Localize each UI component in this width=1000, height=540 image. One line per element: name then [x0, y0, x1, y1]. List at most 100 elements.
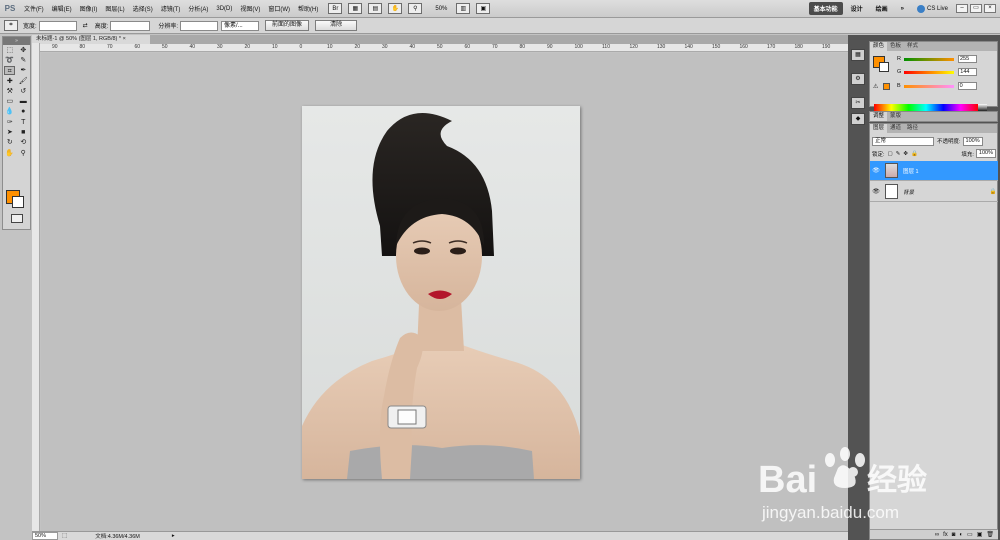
tab-layers[interactable]: 图层: [870, 124, 888, 133]
r-value-field[interactable]: 255: [957, 55, 977, 63]
healing-brush-icon[interactable]: ✚: [4, 77, 15, 86]
3d-orbit-icon[interactable]: ⟲: [18, 138, 29, 147]
menu-filter[interactable]: 滤镜(T): [157, 4, 185, 13]
close-tab-icon[interactable]: ×: [123, 36, 126, 42]
pen-tool-icon[interactable]: ✑: [4, 118, 15, 127]
gamut-swatch[interactable]: [883, 83, 890, 90]
marquee-tool-icon[interactable]: ⬚: [4, 46, 15, 55]
gradient-tool-icon[interactable]: ▬: [18, 97, 29, 106]
3d-rotate-icon[interactable]: ↻: [4, 138, 15, 147]
menu-file[interactable]: 文件(F): [20, 4, 48, 13]
clear-button[interactable]: 清除: [315, 20, 358, 31]
tab-color[interactable]: 颜色: [870, 42, 888, 51]
move-tool-icon[interactable]: ✥: [18, 46, 29, 55]
minimize-button[interactable]: –: [956, 4, 968, 13]
g-slider[interactable]: [904, 70, 955, 74]
layer-row[interactable]: 👁 背景 🔒: [870, 182, 998, 202]
lock-transparent-icon[interactable]: ▢: [888, 151, 893, 157]
minibridge-icon[interactable]: ▦: [348, 3, 363, 14]
eraser-tool-icon[interactable]: ▭: [4, 97, 15, 106]
eyedropper-tool-icon[interactable]: ✒: [18, 66, 29, 75]
add-mask-icon[interactable]: ◙: [952, 532, 956, 538]
link-layers-icon[interactable]: ∞: [935, 532, 939, 538]
g-value-field[interactable]: 144: [958, 68, 978, 76]
path-select-icon[interactable]: ➤: [4, 128, 15, 137]
menu-view[interactable]: 视图(V): [236, 4, 264, 13]
clone-stamp-icon[interactable]: ⚒: [4, 87, 15, 96]
toolbox-grip[interactable]: »: [15, 38, 18, 44]
tool-presets-icon[interactable]: ✂: [851, 97, 865, 109]
close-button[interactable]: ×: [984, 4, 996, 13]
menu-window[interactable]: 窗口(W): [264, 4, 294, 13]
r-slider[interactable]: [903, 57, 954, 61]
adjustment-layer-icon[interactable]: ◐: [959, 532, 963, 538]
bridge-icon[interactable]: Br: [328, 3, 343, 14]
3d-panel-icon[interactable]: ◆: [851, 113, 865, 125]
blend-mode-select[interactable]: 正常: [872, 136, 934, 146]
view-extras-icon[interactable]: ▤: [368, 3, 383, 14]
visibility-eye-icon[interactable]: 👁: [870, 188, 882, 195]
layer-style-icon[interactable]: fx: [943, 532, 948, 538]
zoom-level-select[interactable]: 50%: [432, 6, 450, 12]
visibility-eye-icon[interactable]: 👁: [870, 167, 882, 174]
tab-styles[interactable]: 样式: [904, 42, 921, 51]
workspace-essentials[interactable]: 基本功能: [808, 2, 843, 15]
tab-paths[interactable]: 路径: [904, 124, 921, 133]
width-field[interactable]: [38, 20, 77, 31]
menu-help[interactable]: 帮助(H): [294, 4, 322, 13]
layer-name[interactable]: 背景: [903, 188, 988, 196]
workspace-more-icon[interactable]: »: [896, 4, 909, 14]
status-info-icon[interactable]: ⬚: [62, 533, 67, 539]
crop-tool-icon[interactable]: ⌗: [4, 20, 18, 31]
lock-pixels-icon[interactable]: ✎: [896, 151, 901, 157]
layer-row[interactable]: 👁 图层 1: [870, 161, 998, 181]
unit-select[interactable]: 像素/...: [221, 20, 260, 31]
crop-icon[interactable]: ⌗: [4, 66, 16, 76]
status-zoom-field[interactable]: 50%: [32, 532, 58, 540]
b-slider[interactable]: [903, 84, 954, 88]
tab-adjustments[interactable]: 调整: [870, 112, 888, 121]
delete-layer-icon[interactable]: 🗑: [986, 531, 994, 538]
blur-tool-icon[interactable]: 💧: [4, 107, 15, 116]
zoom-tool-icon[interactable]: ⚲: [408, 3, 423, 14]
menu-image[interactable]: 图像(I): [76, 4, 102, 13]
tab-swatches[interactable]: 色板: [887, 42, 904, 51]
document-tab[interactable]: 未标题-1 @ 50% (图层 1, RGB/8) * ×: [32, 35, 150, 44]
restore-button[interactable]: ▭: [970, 4, 982, 13]
menu-3d[interactable]: 3D(D): [212, 6, 236, 12]
layer-name[interactable]: 图层 1: [903, 167, 998, 175]
zoom-icon[interactable]: ⚲: [18, 149, 29, 158]
height-field[interactable]: [110, 20, 151, 31]
front-image-button[interactable]: 前面的图像: [265, 20, 310, 31]
history-panel-icon[interactable]: ▦: [851, 49, 865, 61]
hand-icon[interactable]: ✋: [4, 149, 15, 158]
actions-panel-icon[interactable]: ⚙: [851, 73, 865, 85]
brush-tool-icon[interactable]: 🖌: [18, 77, 29, 86]
b-value-field[interactable]: 0: [957, 82, 977, 90]
new-group-icon[interactable]: ▭: [967, 531, 973, 538]
fill-field[interactable]: 100%: [975, 149, 996, 158]
hand-tool-icon[interactable]: ✋: [388, 3, 403, 14]
history-brush-icon[interactable]: ↺: [18, 87, 29, 96]
resolution-field[interactable]: [180, 20, 219, 31]
quick-mask-icon[interactable]: [11, 214, 23, 223]
workspace-painting[interactable]: 绘画: [871, 2, 893, 15]
quick-select-tool-icon[interactable]: ✎: [18, 56, 29, 65]
gamut-warning-icon[interactable]: ⚠: [873, 83, 878, 90]
arrange-documents-icon[interactable]: ▥: [456, 3, 471, 14]
lock-position-icon[interactable]: ✥: [903, 151, 908, 157]
tab-masks[interactable]: 蒙版: [887, 112, 904, 121]
status-arrow-icon[interactable]: ▸: [172, 533, 175, 539]
menu-edit[interactable]: 编辑(E): [48, 4, 76, 13]
lock-all-icon[interactable]: 🔒: [911, 151, 918, 157]
new-layer-icon[interactable]: ▣: [977, 531, 983, 538]
color-bg-swatch[interactable]: [879, 62, 889, 72]
dodge-tool-icon[interactable]: ●: [18, 107, 29, 116]
menu-layer[interactable]: 图层(L): [101, 4, 128, 13]
tab-channels[interactable]: 通道: [887, 124, 904, 133]
shape-tool-icon[interactable]: ■: [18, 128, 29, 137]
workspace-design[interactable]: 设计: [846, 2, 868, 15]
background-color-swatch[interactable]: [12, 196, 24, 208]
opacity-field[interactable]: 100%: [962, 136, 983, 146]
cs-live-button[interactable]: CS Live: [916, 4, 948, 13]
